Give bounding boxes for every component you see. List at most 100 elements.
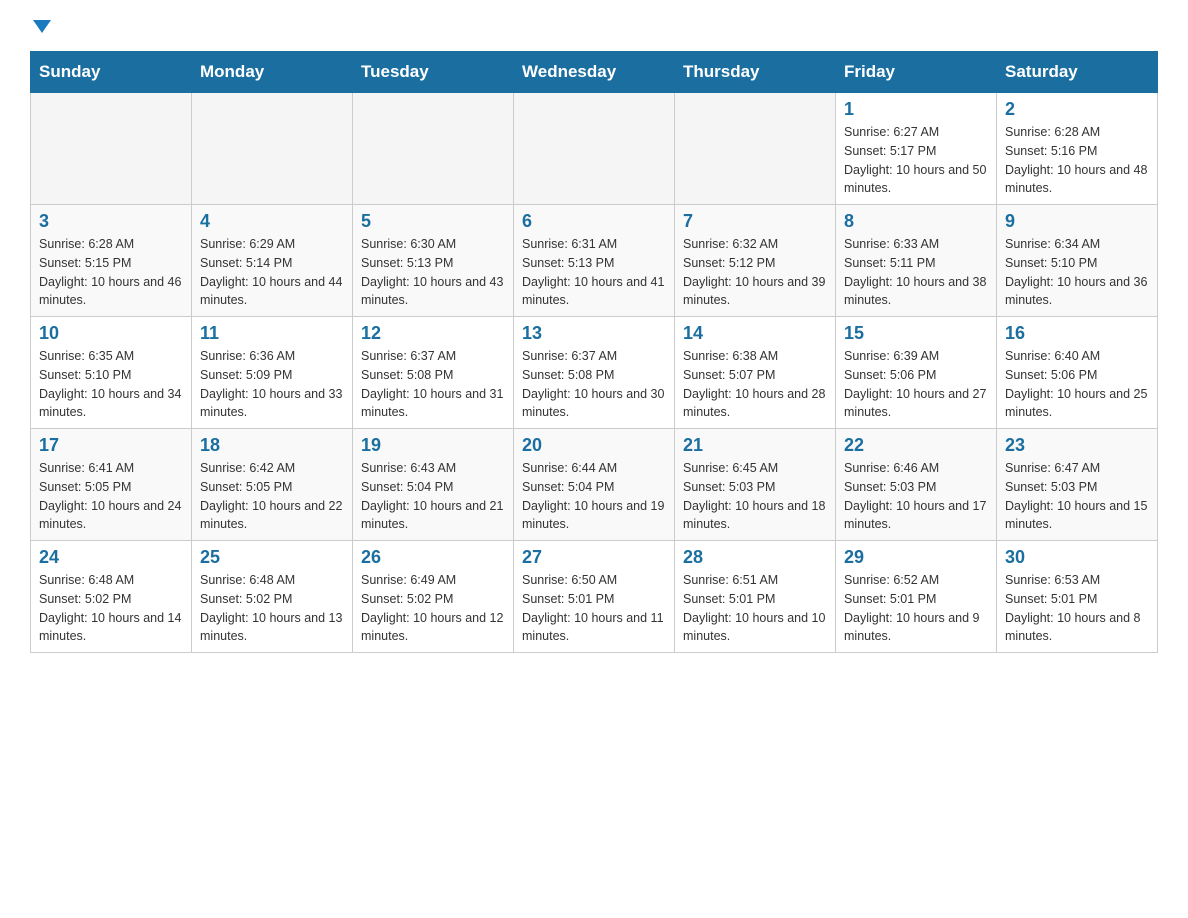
- calendar-cell: 9 Sunrise: 6:34 AM Sunset: 5:10 PM Daylig…: [997, 205, 1158, 317]
- day-info: Sunrise: 6:36 AM Sunset: 5:09 PM Dayligh…: [200, 347, 344, 422]
- day-number: 26: [361, 547, 505, 568]
- day-number: 17: [39, 435, 183, 456]
- calendar-cell: [514, 93, 675, 205]
- calendar-cell: 12 Sunrise: 6:37 AM Sunset: 5:08 PM Dayli…: [353, 317, 514, 429]
- calendar-cell: 18 Sunrise: 6:42 AM Sunset: 5:05 PM Dayli…: [192, 429, 353, 541]
- day-info: Sunrise: 6:28 AM Sunset: 5:16 PM Dayligh…: [1005, 123, 1149, 198]
- day-number: 22: [844, 435, 988, 456]
- day-number: 2: [1005, 99, 1149, 120]
- calendar-cell: 24 Sunrise: 6:48 AM Sunset: 5:02 PM Dayli…: [31, 541, 192, 653]
- logo-triangle-icon: [33, 20, 51, 33]
- day-number: 27: [522, 547, 666, 568]
- day-number: 14: [683, 323, 827, 344]
- day-info: Sunrise: 6:51 AM Sunset: 5:01 PM Dayligh…: [683, 571, 827, 646]
- day-number: 5: [361, 211, 505, 232]
- calendar-cell: 6 Sunrise: 6:31 AM Sunset: 5:13 PM Daylig…: [514, 205, 675, 317]
- calendar-cell: 3 Sunrise: 6:28 AM Sunset: 5:15 PM Daylig…: [31, 205, 192, 317]
- calendar-cell: 22 Sunrise: 6:46 AM Sunset: 5:03 PM Dayli…: [836, 429, 997, 541]
- calendar-header-saturday: Saturday: [997, 52, 1158, 93]
- day-number: 10: [39, 323, 183, 344]
- day-info: Sunrise: 6:42 AM Sunset: 5:05 PM Dayligh…: [200, 459, 344, 534]
- calendar-cell: 11 Sunrise: 6:36 AM Sunset: 5:09 PM Dayli…: [192, 317, 353, 429]
- day-info: Sunrise: 6:38 AM Sunset: 5:07 PM Dayligh…: [683, 347, 827, 422]
- day-info: Sunrise: 6:46 AM Sunset: 5:03 PM Dayligh…: [844, 459, 988, 534]
- day-info: Sunrise: 6:53 AM Sunset: 5:01 PM Dayligh…: [1005, 571, 1149, 646]
- calendar-cell: 20 Sunrise: 6:44 AM Sunset: 5:04 PM Dayli…: [514, 429, 675, 541]
- calendar-cell: 13Sunrise: 6:37 AM Sunset: 5:08 PM Dayli…: [514, 317, 675, 429]
- day-number: 8: [844, 211, 988, 232]
- calendar-header-wednesday: Wednesday: [514, 52, 675, 93]
- day-info: Sunrise: 6:30 AM Sunset: 5:13 PM Dayligh…: [361, 235, 505, 310]
- calendar-week-row: 1Sunrise: 6:27 AM Sunset: 5:17 PM Daylig…: [31, 93, 1158, 205]
- day-info: Sunrise: 6:28 AM Sunset: 5:15 PM Dayligh…: [39, 235, 183, 310]
- day-number: 16: [1005, 323, 1149, 344]
- calendar-cell: 26 Sunrise: 6:49 AM Sunset: 5:02 PM Dayli…: [353, 541, 514, 653]
- calendar-week-row: 17Sunrise: 6:41 AM Sunset: 5:05 PM Dayli…: [31, 429, 1158, 541]
- calendar-cell: 15Sunrise: 6:39 AM Sunset: 5:06 PM Dayli…: [836, 317, 997, 429]
- day-number: 23: [1005, 435, 1149, 456]
- day-number: 24: [39, 547, 183, 568]
- day-info: Sunrise: 6:37 AM Sunset: 5:08 PM Dayligh…: [361, 347, 505, 422]
- day-info: Sunrise: 6:32 AM Sunset: 5:12 PM Dayligh…: [683, 235, 827, 310]
- day-number: 30: [1005, 547, 1149, 568]
- calendar-cell: 30 Sunrise: 6:53 AM Sunset: 5:01 PM Dayli…: [997, 541, 1158, 653]
- calendar-week-row: 24 Sunrise: 6:48 AM Sunset: 5:02 PM Dayli…: [31, 541, 1158, 653]
- day-info: Sunrise: 6:47 AM Sunset: 5:03 PM Dayligh…: [1005, 459, 1149, 534]
- day-number: 28: [683, 547, 827, 568]
- calendar-cell: 17Sunrise: 6:41 AM Sunset: 5:05 PM Dayli…: [31, 429, 192, 541]
- day-number: 18: [200, 435, 344, 456]
- calendar-cell: 25 Sunrise: 6:48 AM Sunset: 5:02 PM Dayli…: [192, 541, 353, 653]
- calendar-cell: 27 Sunrise: 6:50 AM Sunset: 5:01 PM Dayli…: [514, 541, 675, 653]
- day-number: 29: [844, 547, 988, 568]
- day-info: Sunrise: 6:50 AM Sunset: 5:01 PM Dayligh…: [522, 571, 666, 646]
- day-info: Sunrise: 6:43 AM Sunset: 5:04 PM Dayligh…: [361, 459, 505, 534]
- day-number: 20: [522, 435, 666, 456]
- calendar-cell: 29 Sunrise: 6:52 AM Sunset: 5:01 PM Dayli…: [836, 541, 997, 653]
- calendar-cell: 16 Sunrise: 6:40 AM Sunset: 5:06 PM Dayli…: [997, 317, 1158, 429]
- day-number: 25: [200, 547, 344, 568]
- day-number: 9: [1005, 211, 1149, 232]
- calendar-cell: 21Sunrise: 6:45 AM Sunset: 5:03 PM Dayli…: [675, 429, 836, 541]
- calendar-header-monday: Monday: [192, 52, 353, 93]
- calendar-cell: 5 Sunrise: 6:30 AM Sunset: 5:13 PM Daylig…: [353, 205, 514, 317]
- calendar-cell: [31, 93, 192, 205]
- page-header: [30, 20, 1158, 31]
- day-number: 4: [200, 211, 344, 232]
- day-info: Sunrise: 6:45 AM Sunset: 5:03 PM Dayligh…: [683, 459, 827, 534]
- calendar-cell: 2 Sunrise: 6:28 AM Sunset: 5:16 PM Daylig…: [997, 93, 1158, 205]
- day-number: 3: [39, 211, 183, 232]
- day-info: Sunrise: 6:48 AM Sunset: 5:02 PM Dayligh…: [39, 571, 183, 646]
- day-info: Sunrise: 6:48 AM Sunset: 5:02 PM Dayligh…: [200, 571, 344, 646]
- calendar-header-sunday: Sunday: [31, 52, 192, 93]
- calendar-cell: [192, 93, 353, 205]
- calendar-cell: [353, 93, 514, 205]
- day-info: Sunrise: 6:31 AM Sunset: 5:13 PM Dayligh…: [522, 235, 666, 310]
- day-number: 6: [522, 211, 666, 232]
- day-number: 12: [361, 323, 505, 344]
- day-number: 11: [200, 323, 344, 344]
- calendar-week-row: 3 Sunrise: 6:28 AM Sunset: 5:15 PM Daylig…: [31, 205, 1158, 317]
- calendar-cell: 10Sunrise: 6:35 AM Sunset: 5:10 PM Dayli…: [31, 317, 192, 429]
- calendar-cell: [675, 93, 836, 205]
- day-info: Sunrise: 6:49 AM Sunset: 5:02 PM Dayligh…: [361, 571, 505, 646]
- day-info: Sunrise: 6:33 AM Sunset: 5:11 PM Dayligh…: [844, 235, 988, 310]
- calendar-cell: 4 Sunrise: 6:29 AM Sunset: 5:14 PM Daylig…: [192, 205, 353, 317]
- calendar-header-tuesday: Tuesday: [353, 52, 514, 93]
- day-info: Sunrise: 6:34 AM Sunset: 5:10 PM Dayligh…: [1005, 235, 1149, 310]
- calendar-table: SundayMondayTuesdayWednesdayThursdayFrid…: [30, 51, 1158, 653]
- day-number: 19: [361, 435, 505, 456]
- calendar-cell: 1Sunrise: 6:27 AM Sunset: 5:17 PM Daylig…: [836, 93, 997, 205]
- calendar-week-row: 10Sunrise: 6:35 AM Sunset: 5:10 PM Dayli…: [31, 317, 1158, 429]
- day-info: Sunrise: 6:29 AM Sunset: 5:14 PM Dayligh…: [200, 235, 344, 310]
- day-info: Sunrise: 6:52 AM Sunset: 5:01 PM Dayligh…: [844, 571, 988, 646]
- logo: [30, 20, 51, 31]
- calendar-cell: 7Sunrise: 6:32 AM Sunset: 5:12 PM Daylig…: [675, 205, 836, 317]
- day-info: Sunrise: 6:40 AM Sunset: 5:06 PM Dayligh…: [1005, 347, 1149, 422]
- day-number: 1: [844, 99, 988, 120]
- calendar-cell: 8 Sunrise: 6:33 AM Sunset: 5:11 PM Daylig…: [836, 205, 997, 317]
- calendar-cell: 14 Sunrise: 6:38 AM Sunset: 5:07 PM Dayli…: [675, 317, 836, 429]
- calendar-cell: 19 Sunrise: 6:43 AM Sunset: 5:04 PM Dayli…: [353, 429, 514, 541]
- day-info: Sunrise: 6:44 AM Sunset: 5:04 PM Dayligh…: [522, 459, 666, 534]
- day-number: 13: [522, 323, 666, 344]
- calendar-header-row: SundayMondayTuesdayWednesdayThursdayFrid…: [31, 52, 1158, 93]
